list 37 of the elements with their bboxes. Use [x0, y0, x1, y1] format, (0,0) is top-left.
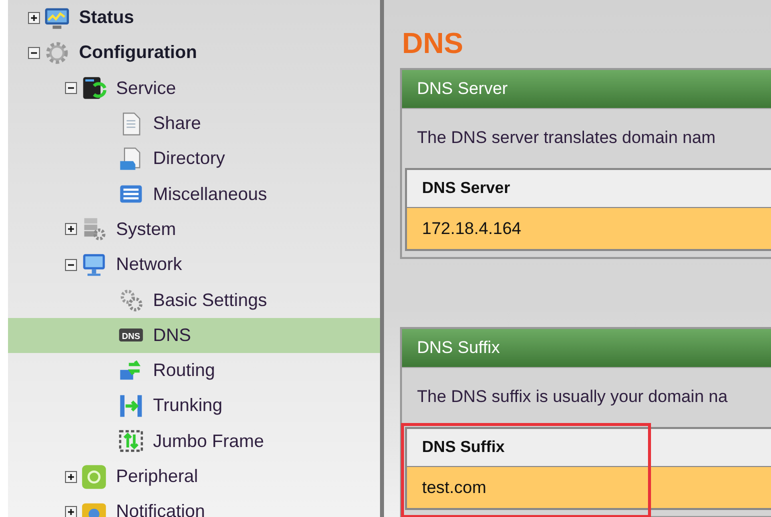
- tree-item[interactable]: Share: [8, 106, 380, 142]
- expand-icon[interactable]: [65, 223, 77, 236]
- server-icon: [81, 75, 107, 102]
- collapse-icon[interactable]: [65, 258, 77, 271]
- tree-item[interactable]: Peripheral: [8, 458, 380, 494]
- page-title: DNS: [402, 28, 464, 60]
- gears-icon: [118, 287, 144, 314]
- table-cell: test.com: [406, 466, 771, 509]
- collapse-icon[interactable]: [65, 82, 77, 94]
- tree-item[interactable]: Trunking: [8, 388, 380, 424]
- column-header: DNS Server: [406, 169, 771, 208]
- expand-icon[interactable]: [65, 470, 77, 482]
- tree-item[interactable]: DNS DNS: [8, 318, 380, 353]
- expand-icon[interactable]: [28, 12, 40, 24]
- column-header: DNS Suffix: [406, 428, 771, 466]
- tree-item[interactable]: Basic Settings: [8, 282, 380, 318]
- expand-icon[interactable]: [65, 506, 77, 517]
- arrows-icon: [118, 392, 144, 419]
- tree-item[interactable]: Configuration: [8, 35, 380, 71]
- tree-item[interactable]: Service: [8, 70, 380, 106]
- table-cell: 172.18.4.164: [406, 208, 771, 250]
- tree-item[interactable]: Miscellaneous: [8, 176, 380, 212]
- tree-item[interactable]: Routing: [8, 352, 380, 388]
- device-icon: [81, 464, 107, 490]
- collapse-icon[interactable]: [28, 46, 40, 59]
- tree-item[interactable]: System: [8, 212, 380, 248]
- panel-description: The DNS server translates domain nam: [416, 126, 717, 148]
- tree-item[interactable]: Status: [8, 0, 380, 36]
- frame-arrows-icon: [118, 428, 144, 454]
- gear-icon: [44, 40, 70, 66]
- tree-item[interactable]: Jumbo Frame: [8, 424, 380, 459]
- panel-header: DNS Server: [402, 70, 771, 109]
- monitor-icon: [81, 252, 107, 278]
- panel-header: DNS Suffix: [402, 329, 771, 368]
- tree-item[interactable]: Network: [8, 247, 380, 282]
- tree-item[interactable]: Directory: [8, 141, 380, 176]
- panel-description: The DNS suffix is usually your domain na: [416, 386, 729, 408]
